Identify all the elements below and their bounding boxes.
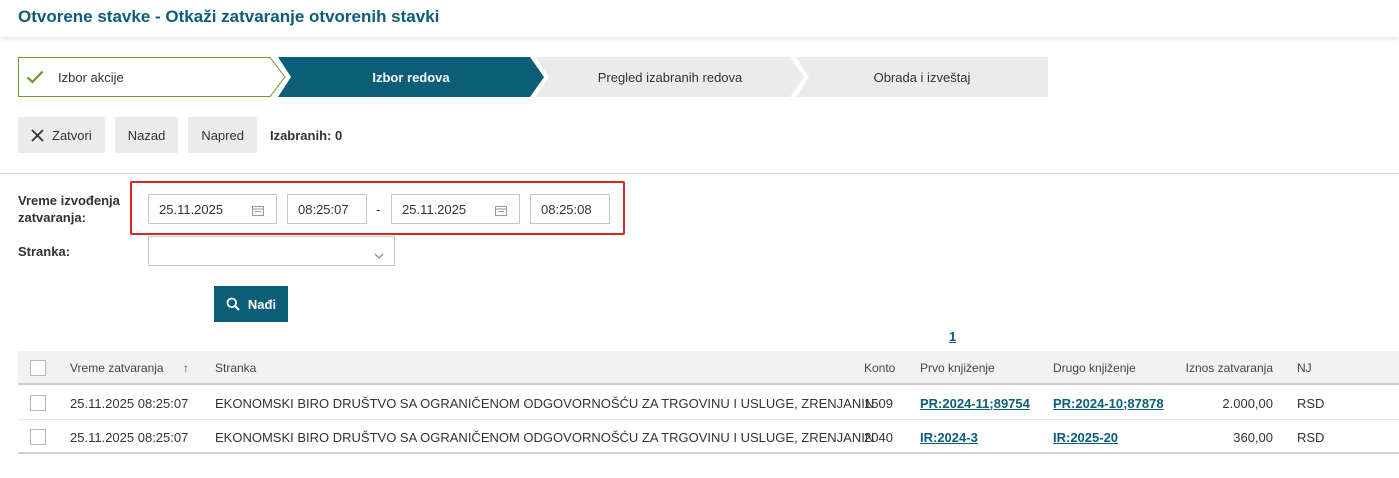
- cell-iznos: 360,00: [1233, 429, 1273, 445]
- range-separator: -: [376, 202, 381, 217]
- table-row[interactable]: 25.11.2025 08:25:07 EKONOMSKI BIRO DRUŠT…: [18, 386, 1399, 420]
- find-button[interactable]: Nađi: [214, 286, 288, 322]
- time-from-value: 08:25:07: [298, 201, 349, 217]
- sort-asc-icon[interactable]: ↑: [183, 351, 189, 385]
- time-to-field[interactable]: 08:25:08: [530, 194, 610, 224]
- col-prvo-knjizenje[interactable]: Prvo knjiženje: [920, 351, 995, 385]
- col-drugo-knjizenje[interactable]: Drugo knjiženje: [1053, 351, 1136, 385]
- step-label: Izbor akcije: [58, 69, 124, 85]
- cell-stranka: EKONOMSKI BIRO DRUŠTVO SA OGRANIČENOM OD…: [215, 429, 875, 445]
- cell-konto: 2040: [864, 429, 893, 445]
- divider: [0, 173, 1399, 174]
- date-from-field[interactable]: 25.11.2025: [148, 194, 277, 224]
- partner-select[interactable]: [148, 236, 395, 266]
- close-button[interactable]: Zatvori: [18, 117, 105, 153]
- cell-iznos: 2.000,00: [1222, 395, 1273, 411]
- cell-nj: RSD: [1297, 429, 1325, 445]
- checkmark-icon: [26, 70, 44, 84]
- col-stranka[interactable]: Stranka: [215, 351, 256, 385]
- closing-time-label: Vreme izvođenja zatvaranja:: [18, 193, 120, 225]
- col-vreme-zatvaranja[interactable]: Vreme zatvaranja: [70, 351, 164, 385]
- col-konto[interactable]: Konto: [864, 351, 895, 385]
- selected-count: Izabranih: 0: [269, 127, 343, 143]
- partner-label: Stranka:: [18, 244, 71, 259]
- find-button-label: Nađi: [247, 296, 277, 312]
- step-obrada-i-izvestaj[interactable]: Obrada i izveštaj: [796, 57, 1048, 97]
- chevron-down-icon: [374, 247, 384, 262]
- toolbar: Zatvori Nazad Napred Izabranih: 0: [18, 117, 342, 153]
- date-from-value: 25.11.2025: [159, 201, 224, 217]
- cell-drugo-link[interactable]: PR:2024-10;87878: [1053, 386, 1164, 420]
- select-all-checkbox[interactable]: [30, 360, 46, 376]
- cell-prvo-link[interactable]: IR:2024-3: [920, 420, 978, 454]
- step-izbor-akcije[interactable]: Izbor akcije: [18, 57, 286, 97]
- row-checkbox[interactable]: [30, 429, 46, 445]
- cell-vreme: 25.11.2025 08:25:07: [70, 429, 189, 445]
- calendar-icon[interactable]: [252, 204, 264, 219]
- close-icon: [31, 128, 44, 142]
- table-row[interactable]: 25.11.2025 08:25:07 EKONOMSKI BIRO DRUŠT…: [18, 420, 1399, 454]
- row-checkbox[interactable]: [30, 395, 46, 411]
- page-title: Otvorene stavke - Otkaži zatvaranje otvo…: [18, 7, 440, 26]
- search-icon: [226, 297, 240, 311]
- close-button-label: Zatvori: [52, 127, 92, 143]
- time-to-value: 08:25:08: [541, 201, 592, 217]
- cell-stranka: EKONOMSKI BIRO DRUŠTVO SA OGRANIČENOM OD…: [215, 395, 875, 411]
- time-from-field[interactable]: 08:25:07: [287, 194, 367, 224]
- step-pregled-izabranih-redova[interactable]: Pregled izabranih redova: [536, 57, 804, 97]
- cell-vreme: 25.11.2025 08:25:07: [70, 395, 189, 411]
- step-label: Pregled izabranih redova: [597, 69, 743, 85]
- step-izbor-redova[interactable]: Izbor redova: [278, 57, 544, 97]
- page-link-1[interactable]: 1: [949, 329, 956, 344]
- table-header: Vreme zatvaranja ↑ Stranka Konto Prvo kn…: [18, 351, 1399, 385]
- next-button[interactable]: Napred: [188, 117, 257, 153]
- back-button[interactable]: Nazad: [114, 117, 179, 153]
- step-label: Izbor redova: [372, 69, 450, 85]
- calendar-icon[interactable]: [495, 204, 507, 219]
- date-to-value: 25.11.2025: [402, 201, 467, 217]
- col-nj[interactable]: NJ: [1297, 351, 1312, 385]
- col-iznos-zatvaranja[interactable]: Iznos zatvaranja: [1186, 351, 1273, 385]
- wizard-steps: Izbor akcije Izbor redova Pregled izabra…: [18, 57, 1048, 97]
- cell-drugo-link[interactable]: IR:2025-20: [1053, 420, 1118, 454]
- cell-prvo-link[interactable]: PR:2024-11;89754: [920, 386, 1030, 420]
- cell-nj: RSD: [1297, 395, 1325, 411]
- step-label: Obrada i izveštaj: [873, 69, 971, 85]
- cell-konto: 1509: [864, 395, 893, 411]
- date-to-field[interactable]: 25.11.2025: [391, 194, 520, 224]
- page-header: Otvorene stavke - Otkaži zatvaranje otvo…: [0, 0, 1399, 37]
